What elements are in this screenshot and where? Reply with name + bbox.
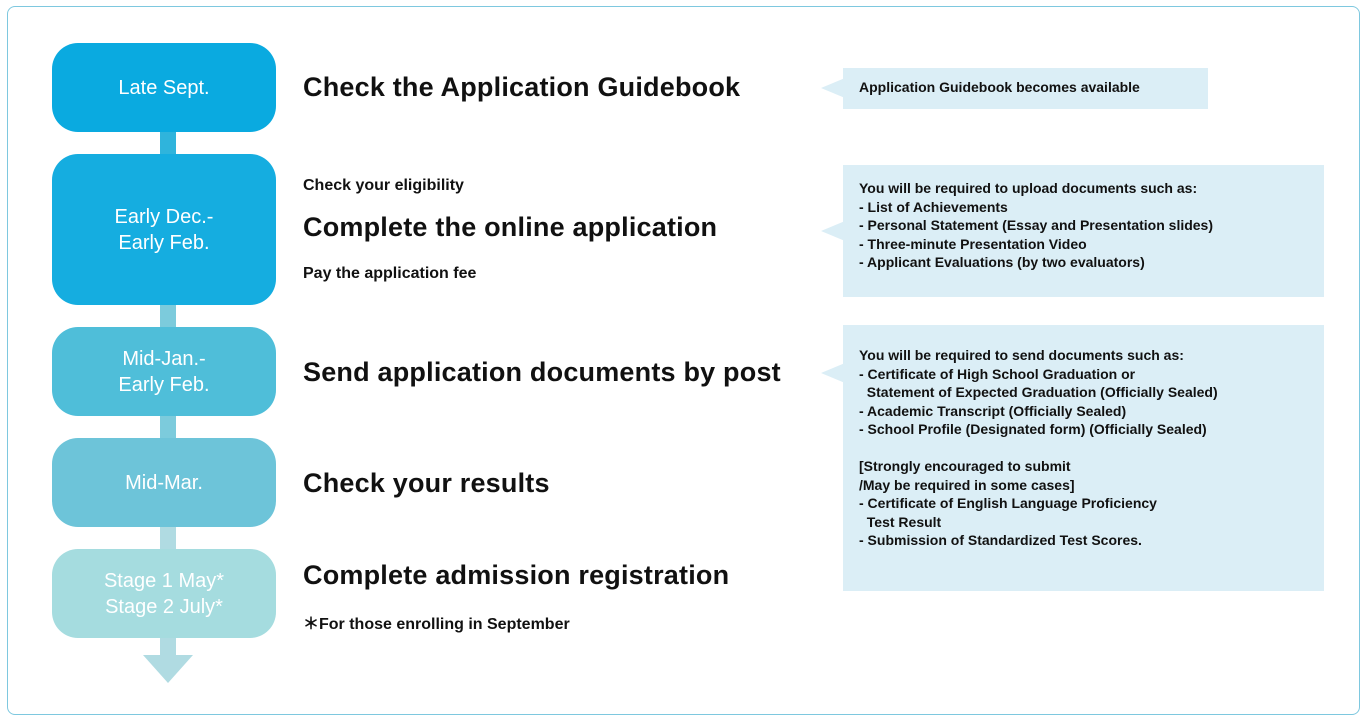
note-line: [Strongly encouraged to submit (859, 458, 1071, 474)
step-title-registration: Complete admission registration (303, 560, 730, 590)
timeline-stage-dec-feb: Early Dec.- Early Feb. (52, 154, 276, 305)
note-line: - Certificate of High School Graduation … (859, 365, 1136, 382)
step-title-online: Complete the online application (303, 212, 718, 242)
note-line: Statement of Expected Graduation (Offici… (859, 384, 1218, 400)
note-line: - Personal Statement (Essay and Presenta… (859, 217, 1214, 233)
timeline-stage-mid-mar: Mid-Mar. (52, 438, 276, 527)
note-send: You will be required to send documents s… (843, 325, 1324, 591)
note-line: - Submission of Standardized Test Scores… (859, 532, 1142, 548)
note-text: Application Guidebook becomes available (859, 79, 1140, 95)
note-line: You will be required to upload documents… (859, 180, 1198, 196)
note-line: - Applicant Evaluations (by two evaluato… (859, 254, 1145, 270)
step-title-results: Check your results (303, 468, 550, 498)
note-line (859, 439, 1308, 458)
step-post-fee: Pay the application fee (303, 265, 477, 282)
note-pointer (821, 363, 845, 383)
timeline-stage-may-july: Stage 1 May* Stage 2 July* (52, 549, 276, 638)
timeline-stage-late-sept: Late Sept. (52, 43, 276, 132)
note-line: - List of Achievements (859, 198, 1008, 215)
note-line: /May be required in some cases] (859, 476, 1075, 493)
note-pointer (821, 78, 845, 98)
step-title-guidebook: Check the Application Guidebook (303, 72, 741, 102)
note-line: Test Result (859, 513, 942, 530)
note-upload: You will be required to upload documents… (843, 165, 1324, 297)
step-title-post: Send application documents by post (303, 357, 781, 387)
timeline-stage-jan-feb: Mid-Jan.- Early Feb. (52, 327, 276, 416)
step-pre-eligibility: Check your eligibility (303, 177, 464, 194)
note-line: - Certificate of English Language Profic… (859, 495, 1157, 511)
note-line: - School Profile (Designated form) (Offi… (859, 421, 1207, 437)
note-pointer (821, 221, 845, 241)
note-line: - Academic Transcript (Officially Sealed… (859, 402, 1127, 419)
step-registration-footnote: ＊For those enrolling in September (303, 616, 570, 633)
timeline-arrow-icon (143, 655, 193, 683)
note-guidebook: Application Guidebook becomes available (843, 68, 1208, 109)
note-line: You will be required to send documents s… (859, 347, 1184, 363)
note-line: - Three-minute Presentation Video (859, 235, 1087, 252)
